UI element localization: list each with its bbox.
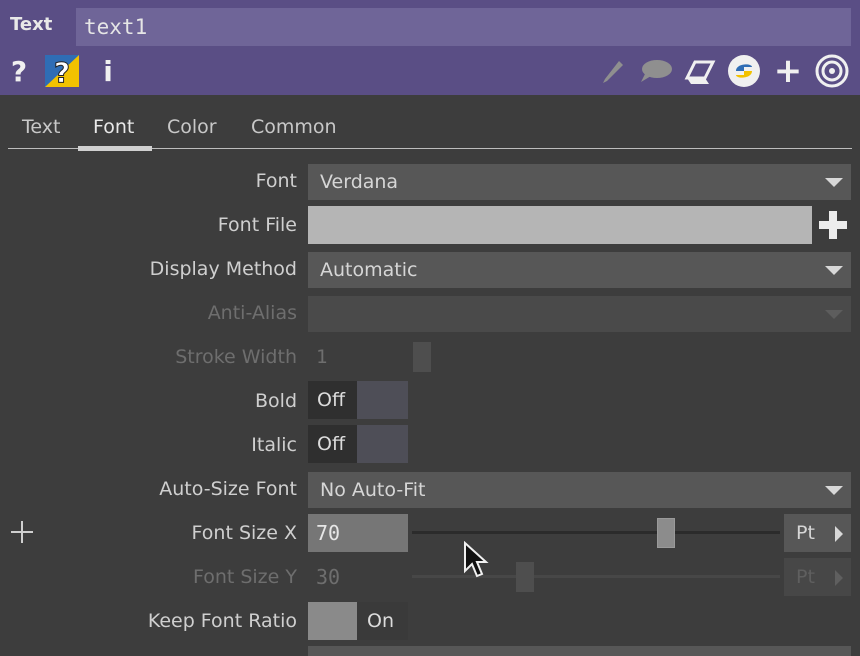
font-file-label: Font File	[217, 214, 297, 236]
chevron-right-icon	[835, 526, 843, 542]
keep-font-ratio-value: On	[367, 610, 394, 632]
tab-font[interactable]: Font	[93, 116, 134, 138]
font-size-x-label: Font Size X	[191, 522, 297, 544]
font-size-y-unit-menu: Pt	[784, 558, 851, 596]
anti-alias-menu	[308, 296, 851, 332]
python-help-icon[interactable]: ?	[44, 54, 80, 88]
bold-label: Bold	[255, 390, 297, 412]
expand-plus-icon[interactable]	[10, 520, 34, 544]
chevron-right-icon	[835, 570, 843, 586]
display-method-value: Automatic	[320, 259, 418, 281]
active-tab-indicator	[78, 146, 152, 151]
auto-size-font-label: Auto-Size Font	[159, 478, 297, 500]
italic-value: Off	[317, 433, 346, 455]
clipboard-icon[interactable]	[682, 54, 718, 88]
font-size-x-unit: Pt	[796, 522, 815, 544]
font-file-field[interactable]	[308, 206, 812, 244]
mouse-cursor	[462, 540, 490, 579]
keep-font-ratio-label: Keep Font Ratio	[147, 610, 297, 632]
bold-toggle[interactable]: Off	[308, 381, 408, 419]
help-icon[interactable]: ?	[8, 54, 30, 88]
italic-toggle[interactable]: Off	[308, 425, 408, 463]
edit-icon[interactable]	[598, 54, 628, 88]
keep-font-ratio-toggle[interactable]: On	[308, 602, 408, 640]
comment-icon[interactable]	[638, 54, 674, 88]
svg-text:?: ?	[54, 56, 70, 88]
display-method-label: Display Method	[149, 258, 297, 280]
auto-size-font-menu[interactable]: No Auto-Fit	[308, 472, 851, 508]
operator-name-field[interactable]: text1	[76, 8, 851, 46]
stroke-width-field: 1	[308, 338, 408, 376]
target-icon[interactable]	[814, 54, 850, 88]
display-method-menu[interactable]: Automatic	[308, 252, 851, 288]
tab-common[interactable]: Common	[251, 116, 337, 138]
font-size-x-slider[interactable]	[412, 531, 780, 534]
add-file-icon[interactable]	[818, 208, 848, 242]
operator-header: Text text1 ? ? i +	[0, 0, 860, 95]
font-size-y-value: 30	[316, 565, 341, 589]
stroke-width-value: 1	[316, 346, 328, 368]
font-size-y-label: Font Size Y	[192, 566, 297, 588]
font-size-x-value: 70	[316, 521, 341, 545]
font-size-x-slider-handle[interactable]	[657, 518, 675, 548]
tab-color[interactable]: Color	[167, 116, 217, 138]
chevron-down-icon	[825, 178, 843, 187]
tab-text[interactable]: Text	[22, 116, 60, 138]
stroke-width-slider-handle	[413, 342, 431, 372]
font-size-y-unit: Pt	[796, 566, 815, 588]
parameter-tabs: Text Font Color Common	[0, 108, 860, 151]
chevron-down-icon	[825, 266, 843, 275]
font-value: Verdana	[320, 171, 399, 193]
info-icon[interactable]: i	[98, 54, 118, 88]
add-icon[interactable]: +	[772, 51, 804, 91]
operator-type-label: Text	[10, 14, 53, 35]
bold-value: Off	[317, 389, 346, 411]
stroke-width-label: Stroke Width	[175, 346, 297, 368]
next-parameter-menu[interactable]	[308, 646, 851, 656]
anti-alias-label: Anti-Alias	[207, 302, 297, 324]
font-size-x-unit-menu[interactable]: Pt	[784, 514, 851, 552]
font-menu[interactable]: Verdana	[308, 164, 851, 200]
chevron-down-icon	[825, 310, 843, 319]
python-icon[interactable]	[726, 54, 762, 88]
font-size-x-field[interactable]: 70	[308, 514, 408, 552]
italic-label: Italic	[251, 434, 297, 456]
font-size-y-field: 30	[308, 558, 408, 596]
font-label: Font	[255, 170, 297, 192]
auto-size-font-value: No Auto-Fit	[320, 479, 426, 501]
chevron-down-icon	[825, 486, 843, 495]
font-size-y-slider-handle	[516, 562, 534, 592]
